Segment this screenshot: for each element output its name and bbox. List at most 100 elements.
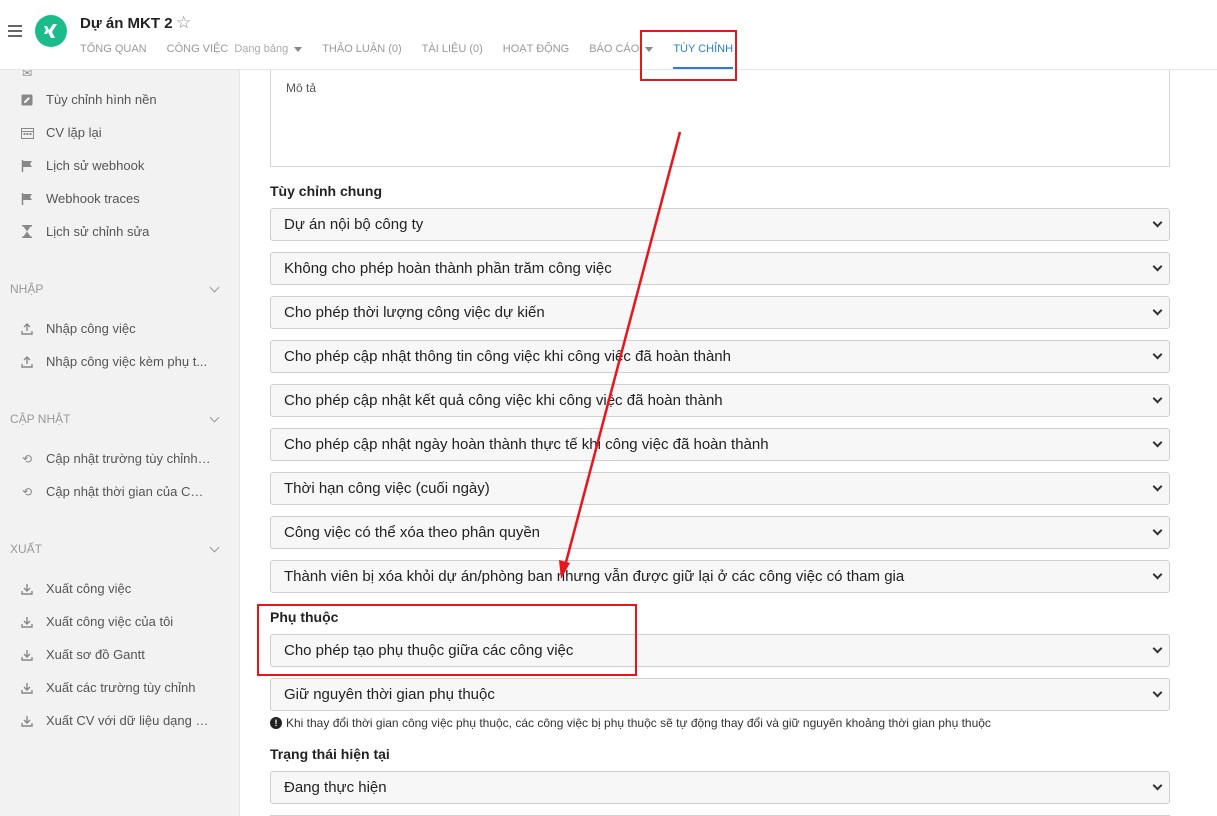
hourglass-icon — [19, 225, 35, 238]
status-title: Trạng thái hiện tại — [270, 746, 390, 762]
sidebar-item-label — [46, 70, 211, 80]
sidebar-item-import-tasks[interactable]: Nhập công việc — [0, 312, 239, 345]
chevron-down-icon — [1152, 643, 1163, 654]
sidebar-item-label: Xuất CV với dữ liệu dạng b... — [46, 713, 211, 728]
tab-label: HOẠT ĐỘNG — [502, 43, 570, 55]
sidebar-item-label: Tùy chỉnh hình nền — [46, 92, 157, 107]
select-delete-permission[interactable]: Công việc có thể xóa theo phân quyền — [270, 516, 1170, 549]
tab-customize[interactable]: TÙY CHỈNH — [673, 43, 734, 69]
tab-label: CÔNG VIỆC — [166, 43, 229, 55]
sidebar-item-label: Lịch sử chỉnh sửa — [46, 224, 150, 239]
select-value: Cho phép tạo phụ thuộc giữa các công việ… — [284, 642, 574, 659]
flag-icon — [19, 159, 35, 172]
tab-overview[interactable]: TỔNG QUAN — [80, 43, 147, 55]
sidebar-item-export-custom-fields[interactable]: Xuất các trường tùy chỉnh — [0, 671, 239, 704]
tab-reports[interactable]: BÁO CÁO — [589, 43, 654, 55]
select-internal-project[interactable]: Dự án nội bộ công ty — [270, 208, 1170, 241]
chevron-down-icon — [1152, 780, 1163, 791]
tab-tasks[interactable]: CÔNG VIỆC Dạng bảng — [167, 43, 303, 55]
section-title: XUẤT — [10, 542, 43, 556]
select-current-status[interactable]: Đang thực hiện — [270, 771, 1170, 804]
description-placeholder: Mô tả — [286, 81, 317, 95]
app-header: Dự án MKT 2 ☆ TỔNG QUAN CÔNG VIỆC Dạng b… — [0, 0, 1217, 70]
chevron-down-icon — [1152, 525, 1163, 536]
sidebar-item-recurring[interactable]: CV lặp lại — [0, 116, 239, 149]
sync-icon: ⟲ — [21, 451, 33, 466]
general-settings-title: Tùy chỉnh chung — [270, 183, 382, 199]
sidebar-item-label: CV lặp lại — [46, 125, 102, 140]
upload-icon — [19, 322, 35, 335]
mail-icon: ✉ — [21, 70, 33, 80]
caret-down-icon — [645, 46, 654, 52]
select-value: Cho phép cập nhật thông tin công việc kh… — [284, 348, 731, 365]
chevron-down-icon — [1152, 481, 1163, 492]
project-logo — [35, 15, 67, 47]
sidebar-item-label: Xuất các trường tùy chỉnh — [46, 680, 196, 695]
tab-label: TỔNG QUAN — [80, 43, 147, 55]
select-value: Thành viên bị xóa khỏi dự án/phòng ban n… — [284, 568, 905, 585]
section-title: CẬP NHẬT — [10, 412, 71, 426]
select-value: Cho phép thời lượng công việc dự kiến — [284, 304, 545, 321]
sidebar-item-export-my-tasks[interactable]: Xuất công việc của tôi — [0, 605, 239, 638]
sidebar-item-label: Webhook traces — [46, 191, 140, 206]
sidebar-item-edit-history[interactable]: Lịch sử chỉnh sửa — [0, 215, 239, 248]
sidebar-item-export-tasks[interactable]: Xuất công việc — [0, 572, 239, 605]
select-keep-dependency-time[interactable]: Giữ nguyên thời gian phụ thuộc — [270, 678, 1170, 711]
sidebar-item-label: Xuất công việc của tôi — [46, 614, 174, 629]
chevron-down-icon — [209, 282, 220, 292]
sidebar-item-label: Cập nhật trường tùy chỉnh ... — [46, 451, 211, 466]
select-value: Công việc có thể xóa theo phân quyền — [284, 524, 541, 541]
select-removed-member[interactable]: Thành viên bị xóa khỏi dự án/phòng ban n… — [270, 560, 1170, 593]
sidebar-item-label: Lịch sử webhook — [46, 158, 145, 173]
upload-icon — [19, 355, 35, 368]
tab-view-mode: Dạng bảng — [234, 43, 289, 55]
chevron-down-icon — [209, 542, 220, 552]
sidebar-item-webhook-history[interactable]: Lịch sử webhook — [0, 149, 239, 182]
select-value: Đang thực hiện — [284, 779, 387, 796]
info-icon: ! — [270, 717, 282, 729]
tab-documents[interactable]: TÀI LIỆU (0) — [422, 43, 483, 55]
tab-discussion[interactable]: THẢO LUẬN (0) — [322, 43, 401, 55]
sidebar-item-export-gantt[interactable]: Xuất sơ đồ Gantt — [0, 638, 239, 671]
select-estimated-duration[interactable]: Cho phép thời lượng công việc dự kiến — [270, 296, 1170, 329]
sidebar-item-label: Nhập công việc — [46, 321, 136, 336]
select-update-actual-date[interactable]: Cho phép cập nhật ngày hoàn thành thực t… — [270, 428, 1170, 461]
sidebar-item-update-custom-fields[interactable]: ⟲ Cập nhật trường tùy chỉnh ... — [0, 442, 239, 475]
chevron-down-icon — [209, 412, 220, 422]
dependency-title: Phụ thuộc — [270, 609, 339, 625]
sidebar-item-label: Nhập công việc kèm phụ t... — [46, 354, 208, 369]
star-icon[interactable]: ☆ — [176, 13, 191, 33]
sidebar-item-label: Xuất công việc — [46, 581, 132, 596]
chevron-down-icon — [1152, 569, 1163, 580]
project-title: Dự án MKT 2 — [80, 15, 173, 32]
chevron-down-icon — [1152, 217, 1163, 228]
description-field[interactable]: Mô tả — [270, 70, 1170, 167]
download-icon — [19, 682, 35, 694]
sidebar-item-background[interactable]: Tùy chỉnh hình nền — [0, 83, 239, 116]
sidebar-item-export-tasks-data[interactable]: Xuất CV với dữ liệu dạng b... — [0, 704, 239, 737]
chevron-down-icon — [1152, 261, 1163, 272]
sidebar-section-export[interactable]: XUẤT — [10, 542, 220, 556]
sidebar-item-webhook-traces[interactable]: Webhook traces — [0, 182, 239, 215]
select-value: Cho phép cập nhật kết quả công việc khi … — [284, 392, 723, 409]
sidebar-section-update[interactable]: CẬP NHẬT — [10, 412, 220, 426]
select-allow-dependency[interactable]: Cho phép tạo phụ thuộc giữa các công việ… — [270, 634, 1170, 667]
select-deadline-mode[interactable]: Thời hạn công việc (cuối ngày) — [270, 472, 1170, 505]
xing-logo-icon — [44, 24, 57, 38]
select-value: Cho phép cập nhật ngày hoàn thành thực t… — [284, 436, 769, 453]
tab-activity[interactable]: HOẠT ĐỘNG — [503, 43, 569, 55]
download-icon — [19, 616, 35, 628]
menu-icon[interactable] — [8, 25, 22, 37]
sidebar-section-import[interactable]: NHẬP — [10, 282, 220, 296]
sidebar-item-import-tasks-sub[interactable]: Nhập công việc kèm phụ t... — [0, 345, 239, 378]
image-edit-icon — [19, 94, 35, 106]
select-percent-complete[interactable]: Không cho phép hoàn thành phần trăm công… — [270, 252, 1170, 285]
flag-icon — [19, 192, 35, 205]
chevron-down-icon — [1152, 437, 1163, 448]
sidebar-item-update-task-time[interactable]: ⟲ Cập nhật thời gian của CV ... — [0, 475, 239, 508]
dependency-info-text: Khi thay đổi thời gian công việc phụ thu… — [286, 716, 991, 730]
tab-label: TÙY CHỈNH — [673, 43, 734, 55]
select-update-result-completed[interactable]: Cho phép cập nhật kết quả công việc khi … — [270, 384, 1170, 417]
download-icon — [19, 649, 35, 661]
select-update-info-completed[interactable]: Cho phép cập nhật thông tin công việc kh… — [270, 340, 1170, 373]
